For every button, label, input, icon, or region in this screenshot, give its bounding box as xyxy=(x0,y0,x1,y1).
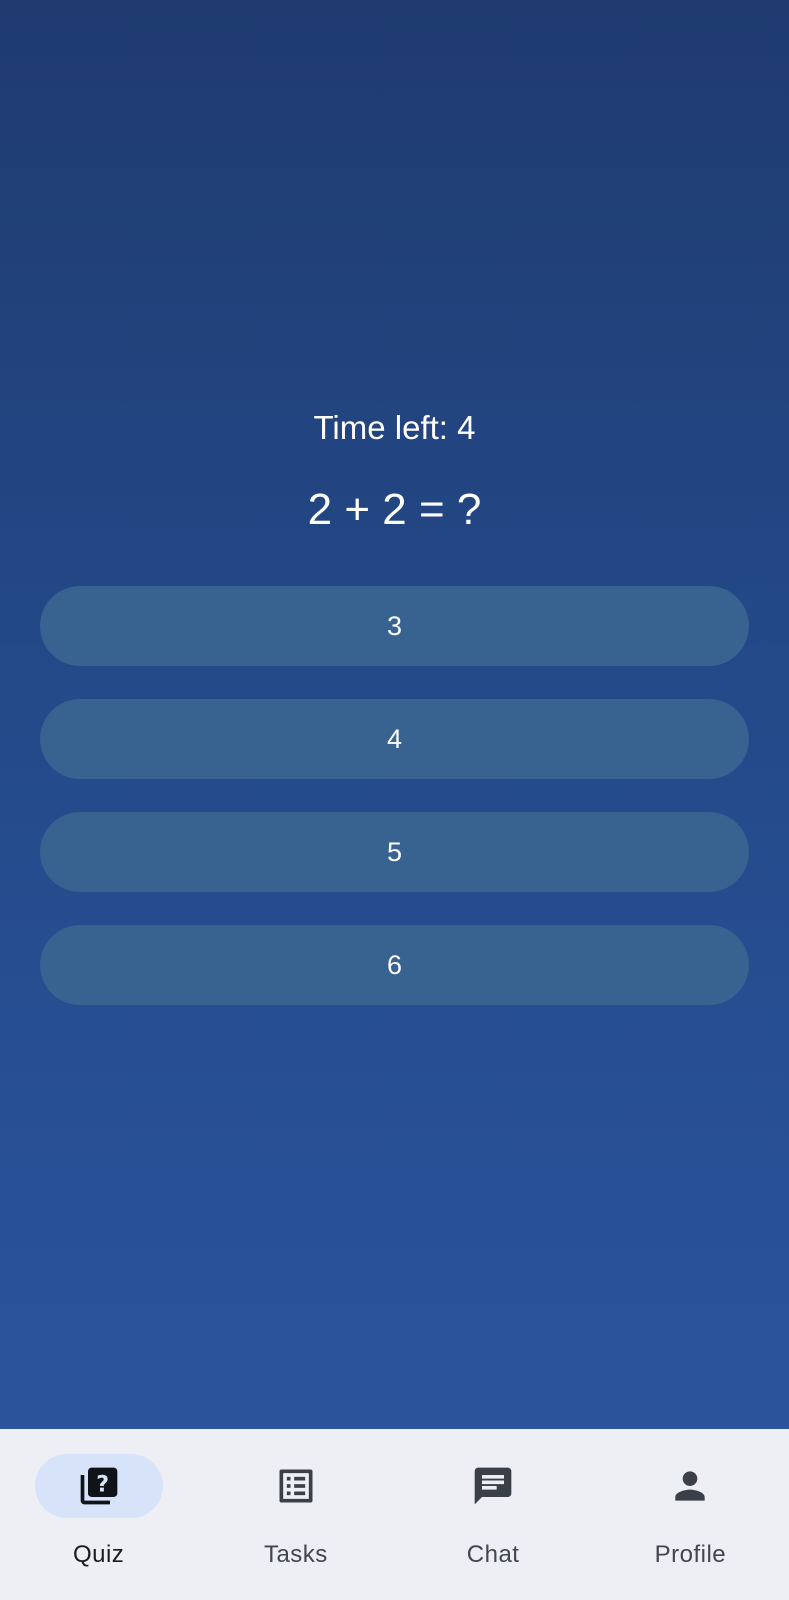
answer-button-4[interactable]: 6 xyxy=(40,925,749,1005)
list-icon xyxy=(274,1464,318,1508)
question-text: 2 + 2 = ? xyxy=(307,485,482,534)
nav-item-profile[interactable]: Profile xyxy=(592,1429,789,1600)
nav-label-quiz: Quiz xyxy=(72,1541,125,1568)
nav-label-tasks: Tasks xyxy=(263,1541,328,1568)
answer-list: 3 4 5 6 xyxy=(40,586,749,1038)
nav-label-profile: Profile xyxy=(654,1541,727,1568)
quiz-screen: Time left: 4 2 + 2 = ? 3 4 5 6 ? Quiz Ta… xyxy=(0,0,789,1600)
nav-item-quiz[interactable]: ? Quiz xyxy=(0,1429,197,1600)
person-icon xyxy=(668,1464,712,1508)
quiz-icon: ? xyxy=(77,1464,121,1508)
chat-icon xyxy=(471,1464,515,1508)
answer-button-2[interactable]: 4 xyxy=(40,699,749,779)
answer-button-3[interactable]: 5 xyxy=(40,812,749,892)
nav-item-tasks[interactable]: Tasks xyxy=(197,1429,394,1600)
nav-item-chat[interactable]: Chat xyxy=(395,1429,592,1600)
timer-text: Time left: 4 xyxy=(313,409,476,446)
nav-label-chat: Chat xyxy=(466,1541,520,1568)
quiz-area: Time left: 4 2 + 2 = ? 3 4 5 6 xyxy=(0,0,789,1429)
bottom-navigation: ? Quiz Tasks Chat Profile xyxy=(0,1429,789,1600)
svg-text:?: ? xyxy=(96,1473,109,1498)
answer-button-1[interactable]: 3 xyxy=(40,586,749,666)
